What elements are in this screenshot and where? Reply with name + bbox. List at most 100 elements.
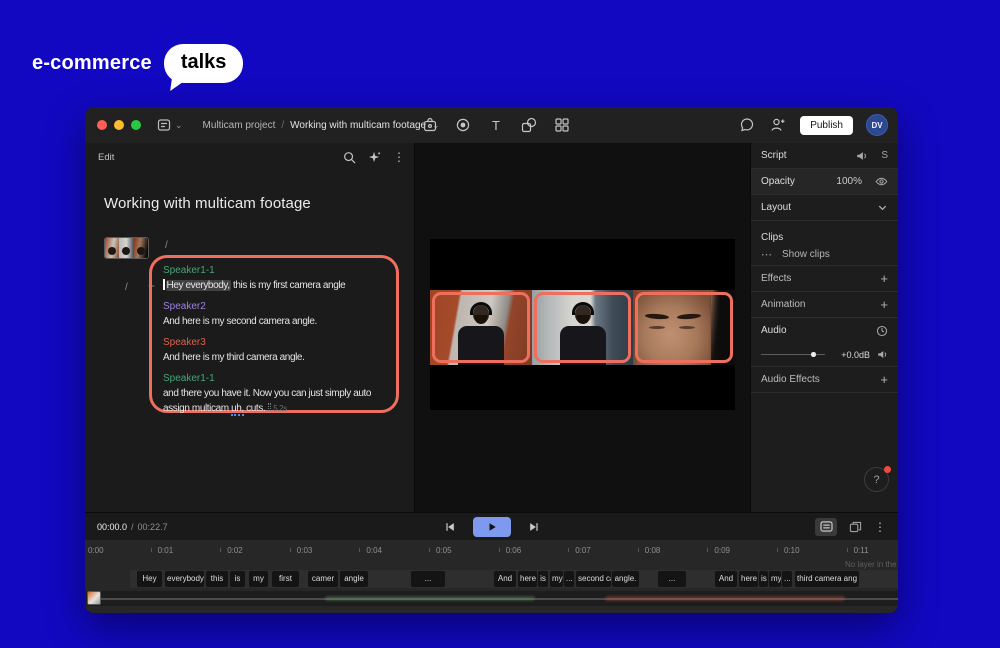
- word-block[interactable]: And: [494, 571, 516, 587]
- show-clips-row[interactable]: ⋯ Show clips: [751, 243, 898, 265]
- word-block[interactable]: camer: [308, 571, 338, 587]
- brand-logo: e-commerce talks: [32, 44, 243, 83]
- word-block[interactable]: And: [715, 571, 737, 587]
- selected-words[interactable]: Hey everybody,: [166, 280, 231, 291]
- word-block[interactable]: my: [769, 571, 781, 587]
- record-icon[interactable]: [454, 116, 472, 134]
- comments-icon[interactable]: [738, 116, 756, 134]
- close-window-button[interactable]: [97, 120, 107, 130]
- video-canvas[interactable]: [430, 239, 735, 410]
- word-block[interactable]: ...: [658, 571, 686, 587]
- timeline-view-button[interactable]: [815, 518, 837, 536]
- gain-slider[interactable]: [761, 354, 825, 356]
- ruler-label: 0:11: [854, 546, 869, 555]
- camera-angle-3[interactable]: [633, 290, 735, 365]
- transcript-line[interactable]: And here is my second camera angle.: [163, 314, 397, 329]
- transcript-text[interactable]: And here is my second camera angle.: [163, 316, 317, 327]
- kebab-menu-icon[interactable]: ⋮: [393, 150, 405, 164]
- word-block[interactable]: first: [272, 571, 299, 587]
- search-icon[interactable]: [343, 151, 356, 164]
- ai-sparkle-icon[interactable]: [368, 151, 381, 164]
- minimize-window-button[interactable]: [114, 120, 124, 130]
- transcript-text[interactable]: this is my first camera angle: [231, 280, 346, 291]
- play-button[interactable]: [473, 517, 511, 537]
- word-block[interactable]: my: [550, 571, 563, 587]
- media-library-icon[interactable]: [421, 116, 439, 134]
- opacity-row[interactable]: Opacity 100%: [751, 169, 898, 194]
- volume-icon[interactable]: [877, 349, 888, 360]
- filler-word[interactable]: uh,: [231, 403, 244, 416]
- speaker-label[interactable]: Speaker1-1: [163, 265, 397, 276]
- text-tool-icon[interactable]: T: [487, 116, 505, 134]
- thumb-cam2: [119, 238, 133, 258]
- tracks-icon[interactable]: [849, 521, 862, 533]
- plus-icon[interactable]: +: [880, 297, 888, 312]
- gain-value[interactable]: +0.0dB: [841, 350, 870, 360]
- camera-angle-1[interactable]: [430, 290, 532, 365]
- eye-icon[interactable]: [875, 175, 888, 188]
- word-block[interactable]: ...: [782, 571, 792, 587]
- word-block[interactable]: is: [538, 571, 548, 587]
- zoom-window-button[interactable]: [131, 120, 141, 130]
- skip-forward-icon[interactable]: [528, 521, 540, 533]
- word-block[interactable]: third camera ang: [795, 571, 859, 587]
- word-block[interactable]: Hey: [137, 571, 162, 587]
- shapes-icon[interactable]: [520, 116, 538, 134]
- project-switcher[interactable]: ⌄: [157, 118, 183, 132]
- breadcrumb-project[interactable]: Multicam project: [203, 120, 276, 131]
- tab-edit[interactable]: Edit: [98, 152, 114, 163]
- transcript-text[interactable]: cuts.: [244, 403, 266, 414]
- transcript-line[interactable]: Hey everybody, this is my first camera a…: [163, 278, 397, 293]
- transcript-line[interactable]: and there you have it. Now you can just …: [163, 386, 397, 416]
- sound-icon[interactable]: [856, 150, 868, 162]
- gain-slider-handle[interactable]: [811, 352, 816, 357]
- word-block[interactable]: second ca: [576, 571, 611, 587]
- audio-row[interactable]: Audio: [751, 318, 898, 343]
- waveform-activity: [605, 596, 845, 601]
- word-block[interactable]: angle: [340, 571, 368, 587]
- ruler-label: 0:07: [575, 546, 591, 555]
- word-block[interactable]: is: [759, 571, 768, 587]
- animation-row[interactable]: Animation +: [751, 292, 898, 317]
- layout-grid-icon[interactable]: [553, 116, 571, 134]
- show-clips-label[interactable]: Show clips: [782, 249, 830, 260]
- gap-clip-indicator[interactable]: 5.2s: [268, 404, 287, 413]
- word-block[interactable]: is: [230, 571, 245, 587]
- camera-angle-2[interactable]: [532, 290, 634, 365]
- word-block[interactable]: my: [249, 571, 268, 587]
- avatar[interactable]: DV: [866, 114, 888, 136]
- audio-waveform-track[interactable]: [85, 591, 898, 606]
- page-title[interactable]: Working with multicam footage: [104, 195, 311, 212]
- kebab-menu-icon[interactable]: ⋮: [874, 520, 886, 534]
- word-block[interactable]: everybody,: [165, 571, 204, 587]
- script-row[interactable]: Script S: [751, 143, 898, 168]
- paragraph-marker: /: [165, 240, 168, 251]
- timeline[interactable]: 0:000:010:020:030:040:050:060:070:080:09…: [85, 540, 898, 613]
- breadcrumb-document[interactable]: Working with multicam footage: [290, 120, 426, 131]
- skip-back-icon[interactable]: [444, 521, 456, 533]
- effects-row[interactable]: Effects +: [751, 266, 898, 291]
- word-block[interactable]: here: [739, 571, 758, 587]
- speaker-label[interactable]: Speaker3: [163, 337, 397, 348]
- word-block[interactable]: angle.: [612, 571, 639, 587]
- transcript-line[interactable]: And here is my third camera angle.: [163, 350, 397, 365]
- audio-effects-row[interactable]: Audio Effects +: [751, 367, 898, 392]
- word-block[interactable]: this: [206, 571, 228, 587]
- word-block[interactable]: ...: [411, 571, 445, 587]
- speaker-label[interactable]: Speaker1-1: [163, 373, 397, 384]
- ruler-tick: [638, 548, 639, 552]
- publish-button[interactable]: Publish: [800, 116, 853, 135]
- layout-row[interactable]: Layout: [751, 195, 898, 220]
- add-person-icon[interactable]: [769, 116, 787, 134]
- ruler-label: 0:06: [506, 546, 522, 555]
- transcript-text[interactable]: And here is my third camera angle.: [163, 352, 304, 363]
- timer-icon[interactable]: [876, 325, 888, 337]
- plus-icon[interactable]: +: [880, 271, 888, 286]
- opacity-value[interactable]: 100%: [836, 176, 862, 187]
- word-block[interactable]: ...: [564, 571, 574, 587]
- track-thumbnail-icon[interactable]: [87, 591, 101, 605]
- word-block[interactable]: here: [518, 571, 537, 587]
- speaker-label[interactable]: Speaker2: [163, 301, 397, 312]
- plus-icon[interactable]: +: [880, 372, 888, 387]
- multicam-clip-thumbnail[interactable]: [104, 237, 149, 259]
